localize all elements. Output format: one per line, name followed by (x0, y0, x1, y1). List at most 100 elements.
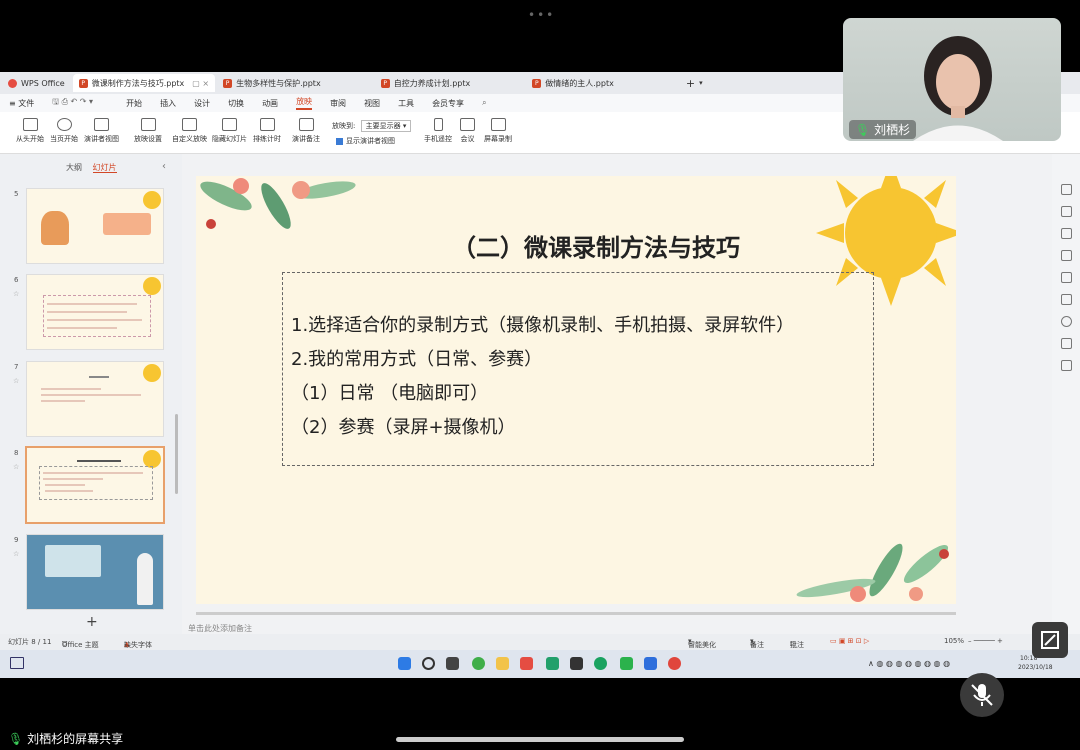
tab-document-4[interactable]: P 做情绪的主人.pptx (526, 74, 620, 92)
file-explorer-icon[interactable] (496, 657, 509, 670)
panel-scrollbar[interactable] (175, 414, 178, 494)
menu-item-transition[interactable]: 切换 (228, 98, 244, 109)
tab-label: 自控力养成计划.pptx (393, 78, 471, 88)
custom-show-button[interactable]: 自定义放映 (172, 118, 207, 144)
presenter-view-button[interactable]: 演讲者视图 (84, 118, 119, 144)
clock-date[interactable]: 2023/10/18 (1018, 664, 1053, 671)
home-indicator[interactable] (396, 737, 684, 742)
terminal-icon[interactable] (570, 657, 583, 670)
tab-wps-office[interactable]: WPS Office (2, 74, 71, 92)
widgets-icon[interactable] (10, 657, 24, 669)
close-icon[interactable]: ▢ × (192, 79, 209, 88)
content-textbox[interactable]: 1.选择适合你的录制方式（摄像机录制、手机拍摄、录屏软件） 2.我的常用方式（日… (282, 272, 874, 466)
tab-document-3[interactable]: P 自控力养成计划.pptx (375, 74, 477, 92)
browser-icon[interactable] (472, 657, 485, 670)
menu-item-view[interactable]: 视图 (364, 98, 380, 109)
participant-video-tile[interactable]: 🎙︎ 刘栖杉 (843, 18, 1061, 141)
record-app-icon[interactable] (668, 657, 681, 670)
wps-taskbar-icon[interactable] (520, 657, 533, 670)
show-on-select[interactable]: 放映到: 主要显示器 ▾ (332, 120, 412, 132)
task-view-icon[interactable] (446, 657, 459, 670)
show-presenter-checkbox[interactable]: 显示演讲者视图 (336, 136, 395, 146)
timer-icon (259, 118, 275, 131)
new-tab-button[interactable]: + ▾ (680, 74, 709, 92)
notes-toggle[interactable]: ≡ 备注 ▾ (750, 637, 764, 649)
mute-microphone-button[interactable] (960, 673, 1004, 717)
thumb-number: 7 (14, 363, 19, 371)
from-current-button[interactable]: 当页开始 (50, 118, 78, 144)
zoom-slider[interactable]: – ───── + (968, 637, 1003, 645)
search-icon[interactable] (422, 657, 435, 670)
thumb-number: 5 (14, 190, 19, 198)
current-slide[interactable]: （二）微课录制方法与技巧 1.选择适合你的录制方式（摄像机录制、手机拍摄、录屏软… (196, 176, 956, 604)
menu-item-start[interactable]: 开始 (126, 98, 142, 109)
slide-thumbnail-7[interactable] (26, 361, 164, 437)
quick-access-icons[interactable]: 🖫 ⎙ ↶ ↷ ▾ (52, 96, 93, 110)
menu-item-review[interactable]: 审阅 (330, 98, 346, 109)
star-icon[interactable]: ☆ (13, 377, 19, 385)
menu-item-member[interactable]: 会员专享 (432, 98, 464, 109)
more-icon[interactable] (1061, 360, 1072, 371)
slide-thumbnail-9[interactable] (26, 534, 164, 610)
screen-record-button[interactable]: 屏幕录制 (484, 118, 512, 144)
window-drag-dots[interactable]: ••• (528, 8, 555, 22)
star-icon[interactable]: ☆ (13, 290, 19, 298)
show-settings-button[interactable]: 放映设置 (134, 118, 162, 144)
menu-item-insert[interactable]: 插入 (160, 98, 176, 109)
star-icon[interactable] (1061, 206, 1072, 217)
zoom-level[interactable]: 105% (944, 637, 964, 645)
meeting-button[interactable]: 会议 (460, 118, 475, 144)
tab-slides[interactable]: 幻灯片 (92, 163, 117, 173)
properties-icon[interactable] (1061, 184, 1072, 195)
rehearse-button[interactable]: 排练计时 (253, 118, 281, 144)
custom-show-icon (182, 118, 197, 131)
tab-document-1[interactable]: P 微课制作方法与技巧.pptx ▢ × (72, 74, 216, 92)
meeting-app-icon[interactable] (620, 657, 633, 670)
slide-thumbnail-5[interactable] (26, 188, 164, 264)
star-icon[interactable]: ☆ (13, 463, 19, 471)
button-label: 排练计时 (253, 135, 281, 143)
participant-name: 刘栖杉 (874, 123, 911, 137)
app-grid-icon[interactable] (546, 657, 559, 670)
horizontal-scrollbar[interactable] (196, 612, 956, 615)
participant-name-label: 🎙︎ 刘栖杉 (849, 120, 917, 139)
menu-item-tools[interactable]: 工具 (398, 98, 414, 109)
shape-icon[interactable] (1061, 272, 1072, 283)
share-text: 刘栖杉的屏幕共享 (27, 732, 124, 746)
smart-beautify-button[interactable]: ☉ 智能美化 ▾ (688, 637, 716, 649)
add-slide-button[interactable]: + (86, 614, 98, 630)
menu-item-design[interactable]: 设计 (194, 98, 210, 109)
collapse-panel-icon[interactable]: ‹ (162, 161, 166, 172)
monitor-select[interactable]: 主要显示器 ▾ (360, 120, 412, 132)
note-icon[interactable] (1061, 338, 1072, 349)
menu-item-animation[interactable]: 动画 (262, 98, 278, 109)
book-icon[interactable] (1061, 294, 1072, 305)
fullscreen-button[interactable] (1032, 622, 1068, 658)
notes-placeholder[interactable]: 单击此处添加备注 (188, 623, 252, 634)
meeting-icon (460, 118, 475, 131)
phone-remote-button[interactable]: 手机遥控 (424, 118, 452, 144)
windows-start-icon[interactable] (398, 657, 411, 670)
system-tray-icons[interactable]: ∧ ◍ ◍ ◍ ◍ ◍ ◍ ◍ ◍ (868, 659, 950, 668)
chat-icon[interactable] (594, 657, 607, 670)
star-icon[interactable]: ☆ (13, 550, 19, 558)
right-tool-sidebar (1052, 154, 1080, 642)
from-start-button[interactable]: 从头开始 (16, 118, 44, 144)
video-app-icon[interactable] (644, 657, 657, 670)
slide-thumbnail-8-selected[interactable] (25, 446, 165, 524)
windows-taskbar: ∧ ◍ ◍ ◍ ◍ ◍ ◍ ◍ ◍ 10:18 2023/10/18 (0, 650, 1080, 678)
layers-icon[interactable] (1061, 250, 1072, 261)
participant-avatar (913, 36, 1003, 141)
view-mode-icons[interactable]: ▭ ▣ ⊞ ⊡ ▷ (830, 637, 869, 645)
copy-icon[interactable] (1061, 228, 1072, 239)
tab-document-2[interactable]: P 生物多样性与保护.pptx (217, 74, 335, 92)
speaker-notes-button[interactable]: 演讲备注 (292, 118, 320, 144)
slide-thumbnail-6[interactable] (26, 274, 164, 350)
search-icon[interactable]: ⌕ (482, 98, 486, 108)
hide-slide-button[interactable]: 隐藏幻灯片 (212, 118, 247, 144)
menu-item-slideshow[interactable]: 放映 (296, 96, 313, 110)
tab-outline[interactable]: 大纲 (66, 163, 82, 172)
file-menu[interactable]: ≡ 文件 (9, 98, 34, 109)
slide-title[interactable]: （二）微课录制方法与技巧 (386, 228, 806, 263)
help-icon[interactable] (1061, 316, 1072, 327)
